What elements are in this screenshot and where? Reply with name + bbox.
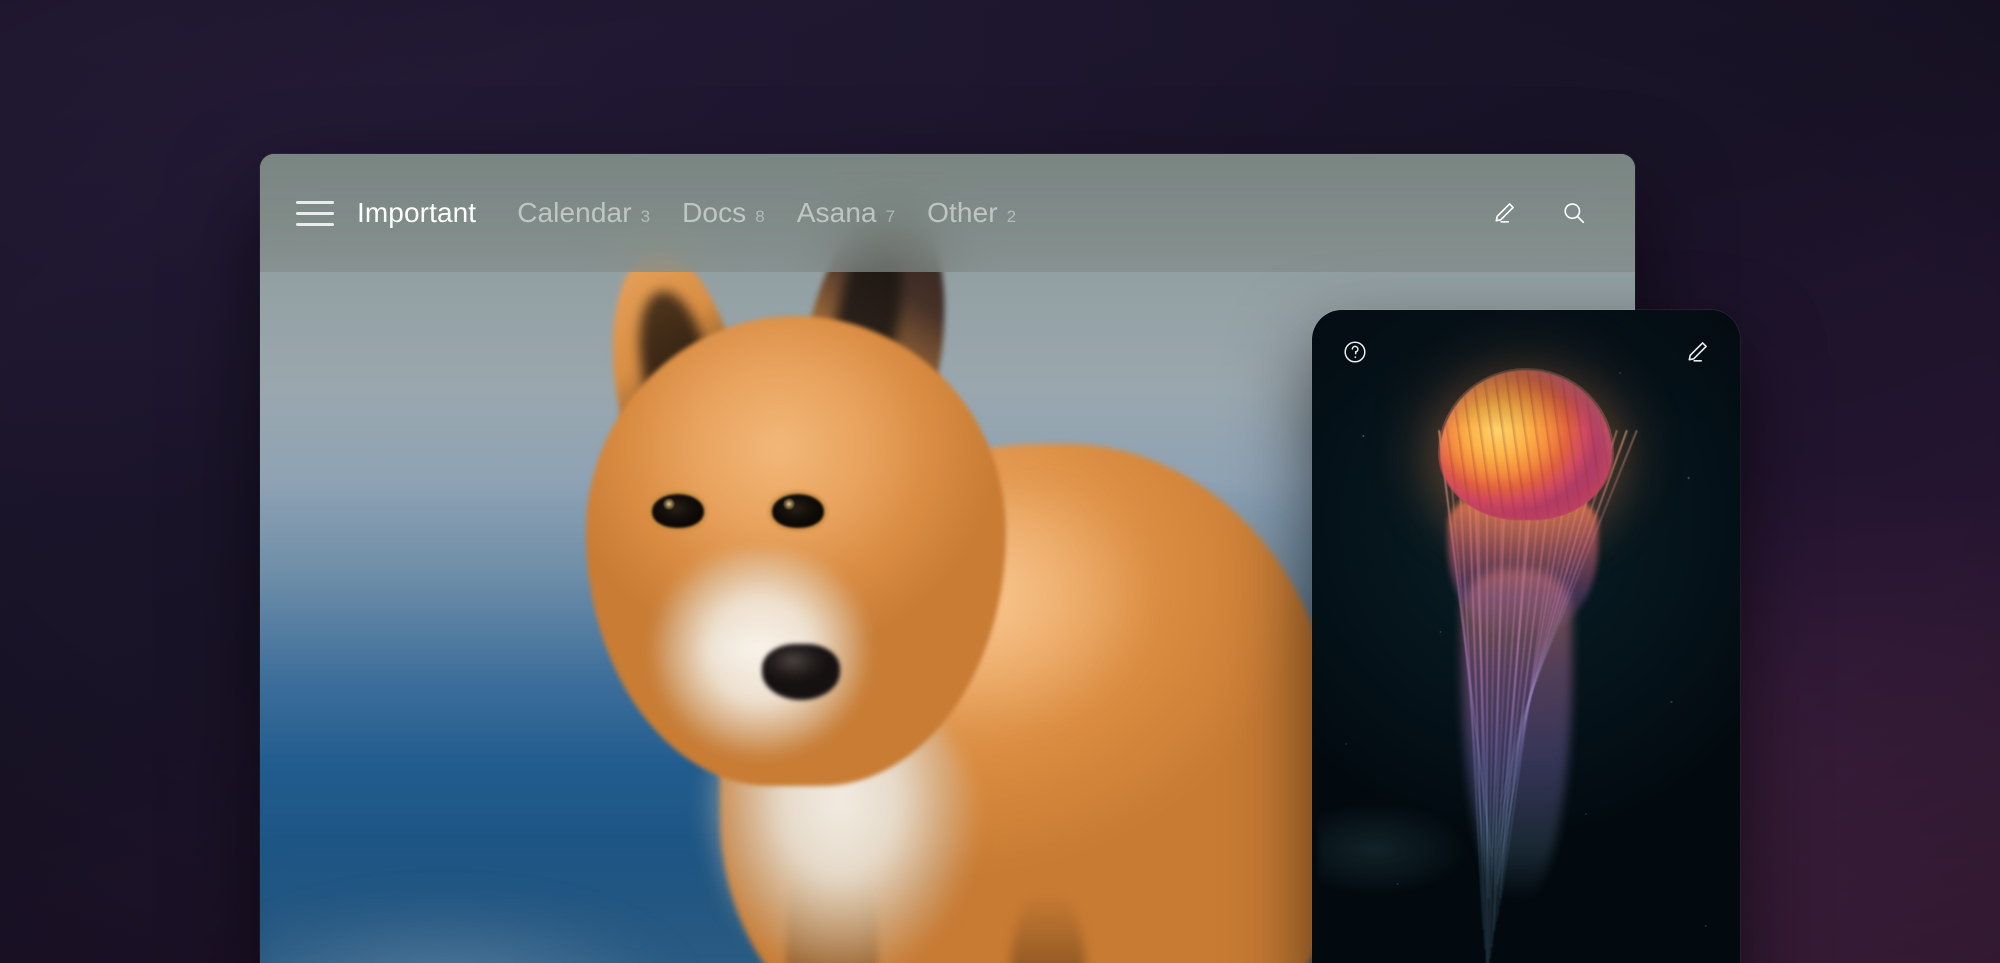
tab-label: Other: [927, 197, 998, 228]
fox-right-eye-glint: [782, 498, 796, 510]
tab-label: Calendar: [517, 197, 632, 228]
window-top-bar: Important Calendar 3 Docs 8 Asana 7 Othe…: [260, 154, 1635, 272]
search-button[interactable]: [1557, 196, 1591, 230]
tab-important[interactable]: Important: [357, 197, 485, 229]
jellyfish-photo: [1312, 310, 1740, 963]
help-circle-icon: [1341, 338, 1369, 366]
pencil-edit-icon: [1683, 338, 1711, 366]
search-icon: [1560, 199, 1588, 227]
fox-nose: [762, 644, 840, 700]
tab-asana[interactable]: Asana 7: [797, 197, 895, 229]
tab-calendar[interactable]: Calendar 3: [517, 197, 650, 229]
hamburger-line: [296, 222, 334, 226]
screen: Important Calendar 3 Docs 8 Asana 7 Othe…: [0, 0, 2000, 963]
tab-label: Important: [357, 197, 477, 228]
nav-actions: [1487, 196, 1591, 230]
help-button[interactable]: [1338, 335, 1372, 369]
jellyfish-background-wisps: [1318, 774, 1508, 924]
nav-tabs: Important Calendar 3 Docs 8 Asana 7 Othe…: [357, 197, 1016, 229]
panel-top-bar: [1312, 310, 1740, 394]
fox-subject: [390, 192, 1410, 963]
tab-badge: 2: [1006, 207, 1017, 226]
hamburger-line: [296, 200, 334, 204]
tab-badge: 3: [640, 207, 651, 226]
compose-button[interactable]: [1487, 196, 1521, 230]
tab-other[interactable]: Other 2: [927, 197, 1016, 229]
fox-left-eye-glint: [662, 498, 676, 510]
tab-badge: 8: [755, 207, 765, 226]
tab-label: Docs: [682, 197, 747, 228]
tab-docs[interactable]: Docs 8: [682, 197, 765, 229]
pencil-edit-icon: [1490, 199, 1518, 227]
fox-left-eye: [652, 494, 704, 528]
phone-compose-button[interactable]: [1680, 335, 1714, 369]
jellyfish-panel: [1312, 310, 1740, 963]
tab-label: Asana: [796, 197, 877, 228]
hamburger-line: [296, 211, 334, 215]
tab-badge: 7: [885, 207, 896, 226]
fox-right-eye: [772, 494, 824, 528]
hamburger-menu-icon[interactable]: [290, 191, 340, 235]
